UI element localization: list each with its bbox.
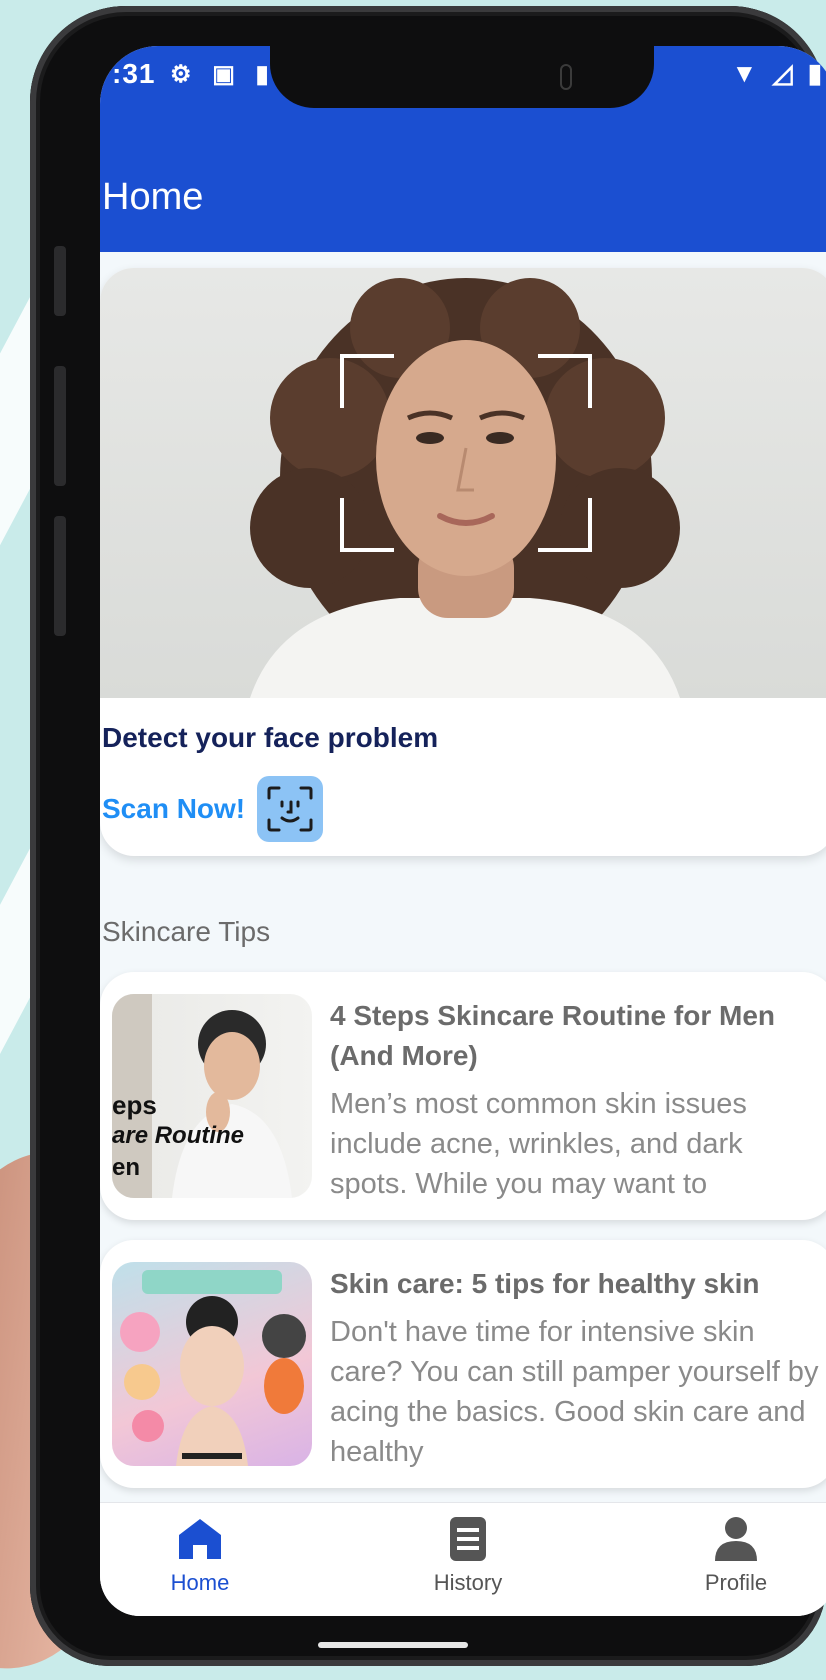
scan-now-label: Scan Now!: [102, 793, 246, 824]
history-icon: [450, 1517, 486, 1561]
tip-thumbnail: eps are Routine en: [112, 994, 312, 1198]
bottom-navigation: Home History Profile: [100, 1502, 826, 1616]
gear-icon: ⚙: [170, 61, 192, 88]
skincare-tips-heading: Skincare Tips: [102, 916, 271, 947]
card-icon: ▮: [255, 61, 269, 88]
tip-description: Men’s most common skin issues include ac…: [330, 1088, 747, 1200]
tip-thumbnail-caption: en: [112, 1154, 141, 1181]
tip-title: 4 Steps Skincare Routine for Men (And Mo…: [330, 1000, 775, 1071]
phone-side-button: [54, 366, 66, 486]
battery-icon: ▮: [807, 58, 822, 88]
face-scan-image: [100, 268, 826, 698]
profile-icon: [715, 1517, 757, 1561]
phone-side-button: [54, 516, 66, 636]
woman-face-illustration: [250, 278, 680, 698]
nav-item-history[interactable]: History: [388, 1515, 548, 1596]
tip-description: Don't have time for intensive skin care?…: [330, 1316, 819, 1468]
phone-notch: [270, 46, 654, 108]
signal-icon: ◿: [772, 58, 793, 88]
face-scan-card[interactable]: Detect your face problem Scan Now!: [100, 268, 826, 856]
page-title: Home: [102, 176, 204, 218]
camera-icon: [560, 64, 572, 90]
nav-label-history: History: [433, 1570, 503, 1595]
tip-title: Skin care: 5 tips for healthy skin: [330, 1268, 760, 1299]
phone-frame: :31 ⚙ ▣ ▮ ▼ ◿ ▮ Home Detect your face pr…: [30, 6, 826, 1666]
status-icons-left: ⚙ ▣ ▮: [170, 60, 283, 89]
phone-side-button: [54, 246, 66, 316]
nav-item-profile[interactable]: Profile: [656, 1515, 816, 1596]
home-indicator: [318, 1642, 468, 1648]
wifi-icon: ▼: [731, 58, 758, 88]
nav-label-profile: Profile: [704, 1570, 768, 1595]
tip-thumbnail-caption: eps: [112, 1090, 157, 1120]
face-id-icon[interactable]: [257, 776, 324, 842]
app-bar: Home: [100, 102, 826, 252]
tip-thumbnail-caption: are Routine: [112, 1122, 245, 1149]
image-icon: ▣: [212, 61, 235, 88]
home-icon: [179, 1519, 221, 1559]
tip-card[interactable]: Skin care: 5 tips for healthy skin Don't…: [100, 1240, 826, 1488]
tip-thumbnail: [112, 1262, 312, 1466]
nav-item-home[interactable]: Home: [120, 1515, 280, 1596]
scan-now-button[interactable]: Scan Now!: [102, 776, 324, 842]
status-icons-right: ▼ ◿ ▮: [723, 58, 822, 89]
app-screen: :31 ⚙ ▣ ▮ ▼ ◿ ▮ Home Detect your face pr…: [100, 46, 826, 1616]
tip-card[interactable]: eps are Routine en 4 Steps Skincare Rout…: [100, 972, 826, 1220]
nav-label-home: Home: [170, 1570, 230, 1595]
status-time: :31: [112, 58, 156, 89]
scan-card-title: Detect your face problem: [102, 722, 439, 753]
